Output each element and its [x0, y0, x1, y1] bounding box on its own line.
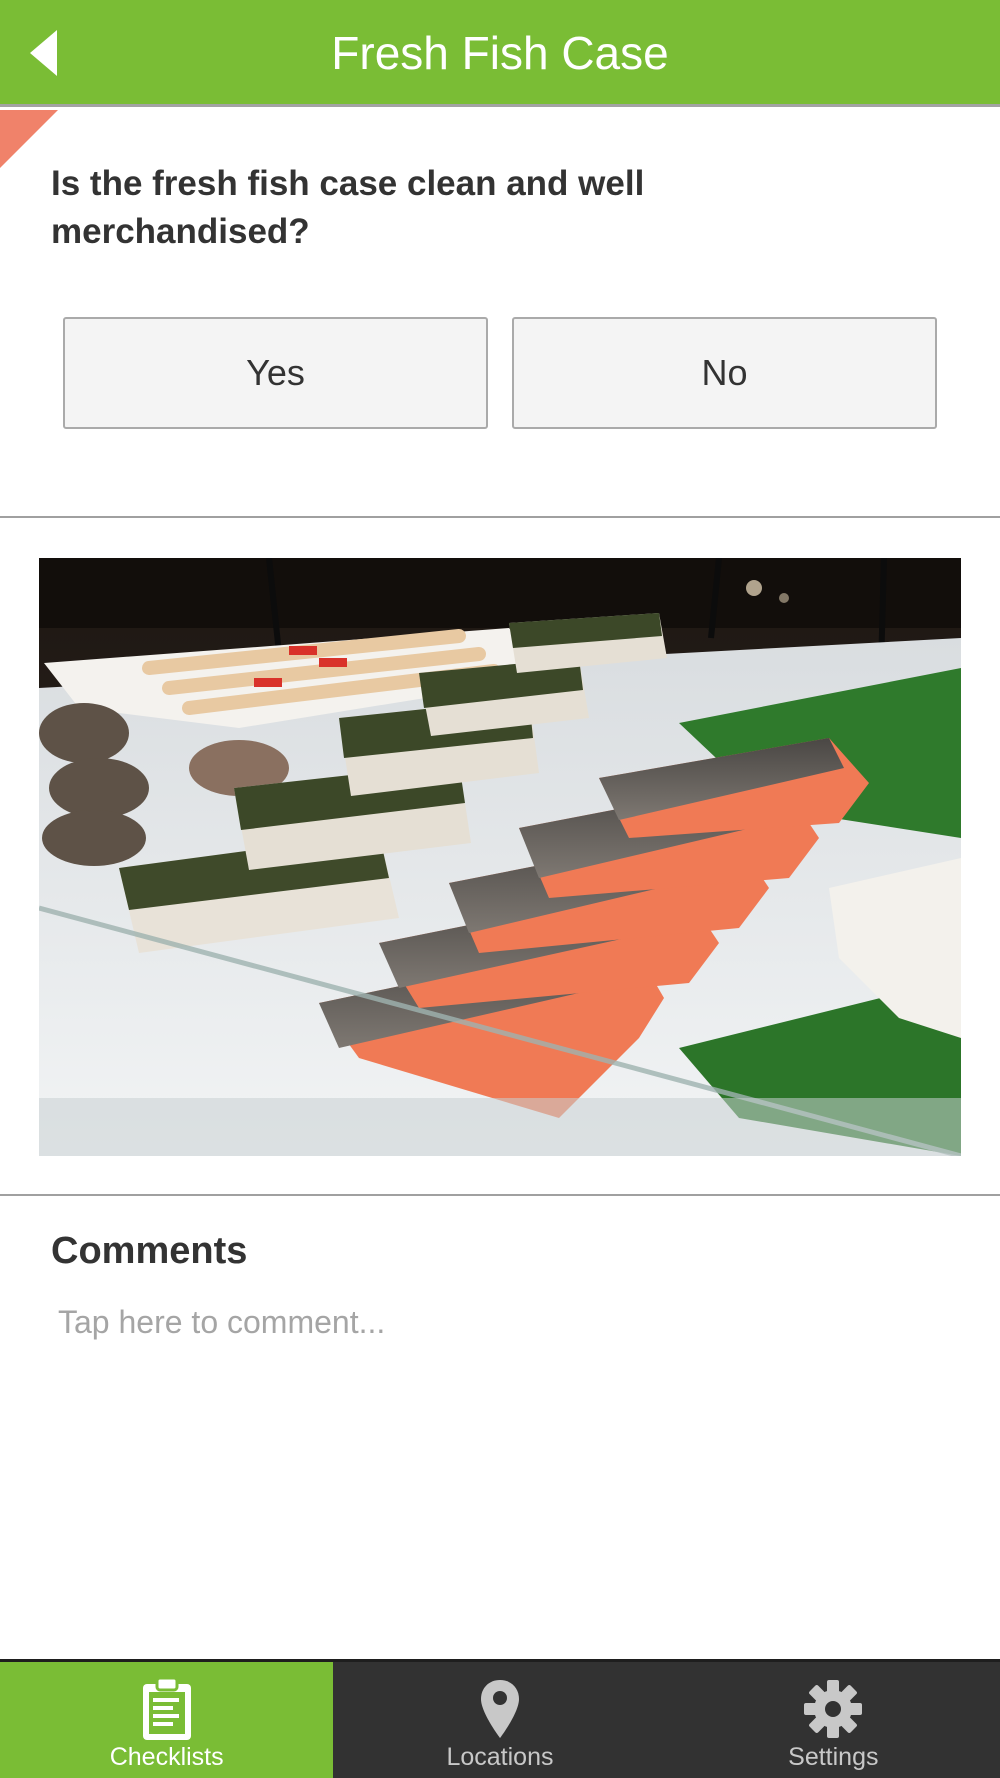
fish-display-illustration	[39, 558, 961, 1156]
gear-icon	[801, 1676, 865, 1742]
divider	[0, 516, 1000, 518]
tab-settings[interactable]: Settings	[667, 1662, 1000, 1778]
tab-label: Locations	[446, 1743, 554, 1771]
clipboard-icon	[135, 1676, 199, 1742]
map-pin-icon	[468, 1676, 532, 1742]
tab-bar: Checklists Locations Settings	[0, 1659, 1000, 1778]
fish-display-photo[interactable]	[39, 558, 961, 1156]
app-header: Fresh Fish Case	[0, 0, 1000, 107]
divider	[0, 1194, 1000, 1196]
page-title: Fresh Fish Case	[331, 27, 669, 79]
question-flag-marker	[0, 110, 58, 168]
yes-button[interactable]: Yes	[63, 317, 488, 429]
tab-label: Settings	[788, 1743, 879, 1771]
comment-input[interactable]	[51, 1294, 951, 1350]
tab-checklists[interactable]: Checklists	[0, 1662, 334, 1778]
tab-locations[interactable]: Locations	[333, 1662, 666, 1778]
no-button[interactable]: No	[512, 317, 937, 429]
comments-heading: Comments	[51, 1230, 248, 1272]
tab-label: Checklists	[109, 1743, 224, 1771]
question-text: Is the fresh fish case clean and well me…	[51, 164, 645, 251]
